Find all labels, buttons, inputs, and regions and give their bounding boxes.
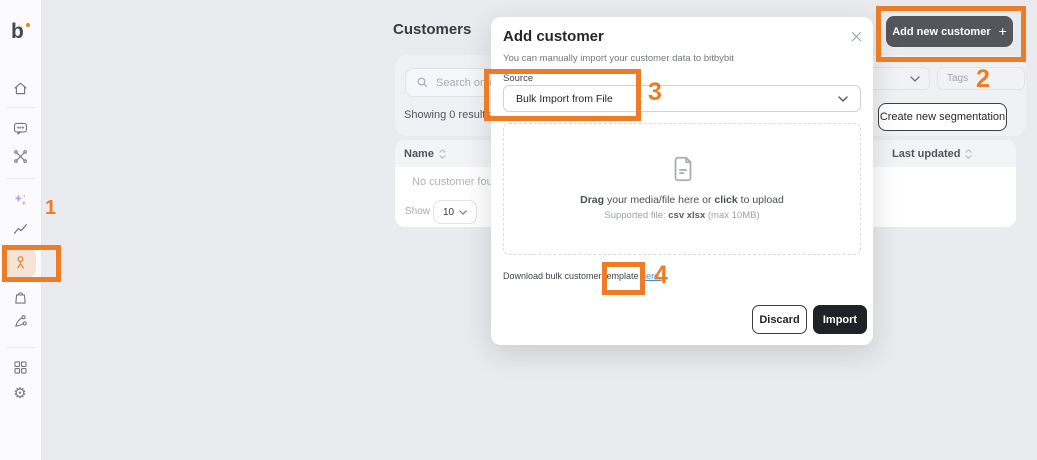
chat-icon[interactable] [11, 119, 29, 137]
source-select-value: Bulk Import from File [516, 92, 613, 105]
dropzone-instruction: Drag your media/file here or click to up… [504, 194, 860, 206]
source-select[interactable]: Bulk Import from File [503, 85, 861, 112]
download-template-line: Download bulk customer template here. [503, 271, 662, 281]
modal-subtitle: You can manually import your customer da… [503, 53, 734, 64]
instruction-text: your media/file here or [604, 194, 715, 206]
integrations-icon[interactable] [11, 147, 29, 165]
chevron-down-icon [910, 75, 920, 82]
chevron-down-icon [838, 95, 848, 102]
instruction-text: to upload [737, 194, 784, 206]
supported-formats: csv xlsx [668, 210, 706, 221]
import-button[interactable]: Import [813, 305, 867, 334]
sidebar-divider [7, 178, 35, 179]
sparkles-icon[interactable] [11, 191, 29, 209]
column-label: Last updated [892, 147, 961, 160]
supported-prefix: Supported file: [604, 210, 669, 221]
chevron-down-icon [459, 209, 467, 215]
close-icon[interactable] [849, 29, 863, 43]
tags-button[interactable]: Tags [937, 67, 1025, 90]
column-label: Name [404, 147, 434, 160]
plus-icon: + [998, 23, 1007, 39]
page-size-select[interactable]: 10 [433, 200, 477, 224]
sidebar: b ⚙ [0, 0, 42, 460]
add-new-customer-button[interactable]: Add new customer + [886, 16, 1013, 47]
column-header-last-updated[interactable]: Last updated [892, 140, 973, 167]
results-count-text: Showing 0 results fr [404, 109, 501, 121]
download-template-link[interactable]: here. [641, 271, 662, 281]
page-title: Customers [393, 21, 472, 38]
file-icon [668, 154, 698, 184]
referrals-icon[interactable] [11, 312, 29, 330]
column-header-name[interactable]: Name [404, 140, 446, 167]
sort-icon [439, 148, 446, 159]
bitbybit-logo[interactable]: b [11, 20, 24, 44]
page-size-value: 10 [442, 206, 455, 218]
source-label: Source [503, 73, 534, 84]
customers-icon[interactable] [11, 253, 29, 271]
discard-button[interactable]: Discard [752, 305, 807, 334]
create-segmentation-button[interactable]: Create new segmentation [878, 103, 1007, 131]
tags-button-label: Tags [947, 73, 969, 84]
logo-dot [26, 23, 30, 27]
search-icon [416, 76, 429, 89]
modal-title: Add customer [503, 28, 604, 45]
add-new-customer-label: Add new customer [892, 25, 991, 38]
show-label: Show [405, 206, 431, 217]
sort-icon [965, 148, 973, 159]
home-icon[interactable] [11, 79, 29, 97]
settings-gear-icon[interactable]: ⚙ [11, 384, 29, 402]
drag-word: Drag [580, 194, 605, 206]
orders-icon[interactable] [11, 288, 29, 306]
apps-icon[interactable] [11, 358, 29, 376]
supported-file-note: Supported file: csv xlsx (max 10MB) [504, 210, 860, 221]
sidebar-divider [7, 347, 35, 348]
download-template-text: Download bulk customer template [503, 271, 642, 281]
annotation-number-1: 1 [45, 197, 57, 219]
analytics-icon[interactable] [11, 219, 29, 237]
click-word: click [714, 194, 738, 206]
add-customer-modal: Add customer You can manually import you… [491, 17, 873, 345]
sidebar-divider [7, 107, 35, 108]
file-dropzone[interactable]: Drag your media/file here or click to up… [503, 123, 861, 255]
supported-suffix: (max 10MB) [705, 210, 760, 221]
